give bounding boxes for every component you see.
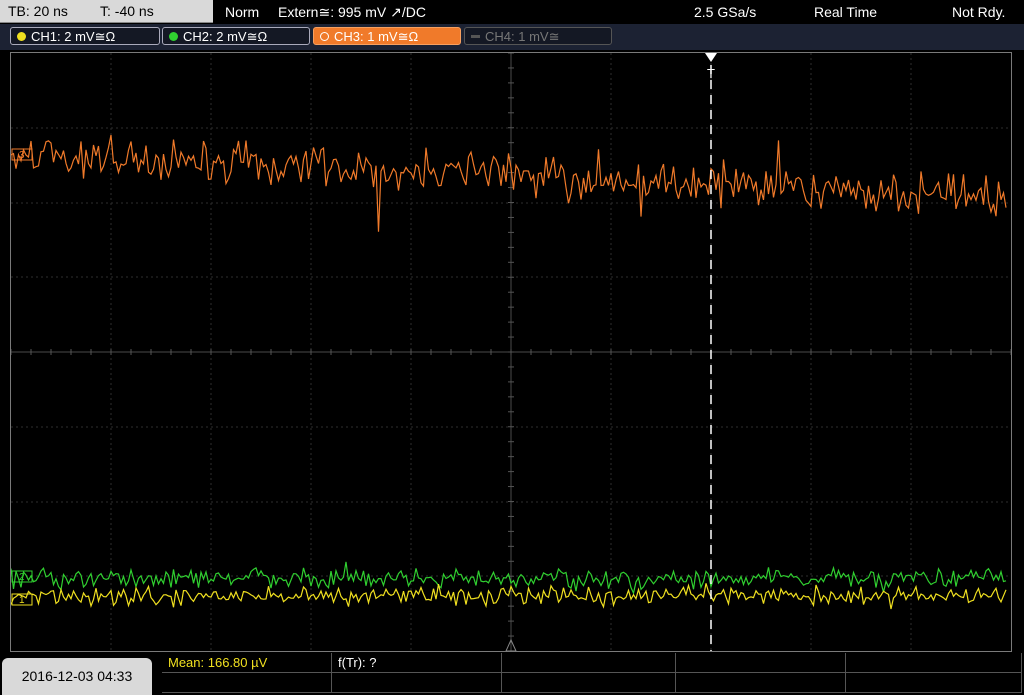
channel-1-indicator-icon bbox=[17, 32, 26, 41]
channel-2-indicator-icon bbox=[169, 32, 178, 41]
trigger-state: Not Rdy. bbox=[952, 4, 1006, 20]
channel-3-indicator-icon bbox=[320, 32, 329, 41]
measurement-mean: Mean: 166.80 µV bbox=[162, 653, 332, 673]
measurement-slot-10 bbox=[846, 673, 1022, 693]
timebase-box[interactable]: TB: 20 ns T: -40 ns bbox=[0, 0, 213, 23]
waveform-canvas: T 3 2 1 bbox=[10, 52, 1012, 652]
measurement-slot-6 bbox=[162, 673, 332, 693]
measurement-slot-4 bbox=[676, 653, 846, 673]
measurement-panel[interactable]: Mean: 166.80 µV f(Tr): ? bbox=[162, 653, 1024, 695]
sample-rate: 2.5 GSa/s bbox=[694, 4, 757, 20]
acquisition-mode: Real Time bbox=[814, 4, 878, 20]
channel-3-label: CH3: 1 mV≅Ω bbox=[334, 29, 419, 44]
channel-1-button[interactable]: CH1: 2 mV≅Ω bbox=[10, 27, 160, 45]
channel-4-button[interactable]: CH4: 1 mV≅ bbox=[464, 27, 612, 45]
channel-1-trace bbox=[10, 583, 1007, 610]
measurement-slot-7 bbox=[332, 673, 502, 693]
channel-1-label: CH1: 2 mV≅Ω bbox=[31, 29, 116, 44]
trigger-marker-label: T bbox=[707, 66, 715, 81]
channel-3-button[interactable]: CH3: 1 mV≅Ω bbox=[313, 27, 461, 45]
trigger-marker-icon[interactable] bbox=[705, 53, 717, 62]
channel-bar: CH1: 2 mV≅Ω CH2: 2 mV≅Ω CH3: 1 mV≅Ω CH4:… bbox=[0, 24, 1024, 50]
waveform-display[interactable]: T 3 2 1 bbox=[10, 52, 1012, 652]
measurement-slot-5 bbox=[846, 653, 1022, 673]
channel-1-marker-label: 1 bbox=[19, 595, 25, 606]
channel-2-trace bbox=[10, 561, 1007, 595]
trigger-source[interactable]: Extern≅: 995 mV ↗/DC bbox=[278, 0, 426, 24]
status-bar: TB: 20 ns T: -40 ns Norm Extern≅: 995 mV… bbox=[0, 0, 1024, 24]
trigger-mode[interactable]: Norm bbox=[225, 0, 259, 24]
graticule bbox=[10, 52, 1012, 652]
measurement-slot-8 bbox=[502, 673, 676, 693]
channel-3-marker-label: 3 bbox=[19, 150, 25, 161]
channel-4-label: CH4: 1 mV≅ bbox=[485, 29, 560, 44]
measurement-slot-9 bbox=[676, 673, 846, 693]
channel-2-marker-label: 2 bbox=[19, 572, 25, 583]
measurement-trigger-frequency: f(Tr): ? bbox=[332, 653, 502, 673]
datetime-display: 2016-12-03 04:33 bbox=[2, 658, 152, 695]
channel-2-label: CH2: 2 mV≅Ω bbox=[183, 29, 268, 44]
measurement-slot-3 bbox=[502, 653, 676, 673]
trigger-time-label: T: -40 ns bbox=[100, 3, 154, 19]
channel-4-indicator-icon bbox=[471, 35, 480, 38]
timebase-label: TB: 20 ns bbox=[8, 3, 68, 19]
bottom-bar: 2016-12-03 04:33 Mean: 166.80 µV f(Tr): … bbox=[0, 653, 1024, 695]
channel-2-button[interactable]: CH2: 2 mV≅Ω bbox=[162, 27, 310, 45]
